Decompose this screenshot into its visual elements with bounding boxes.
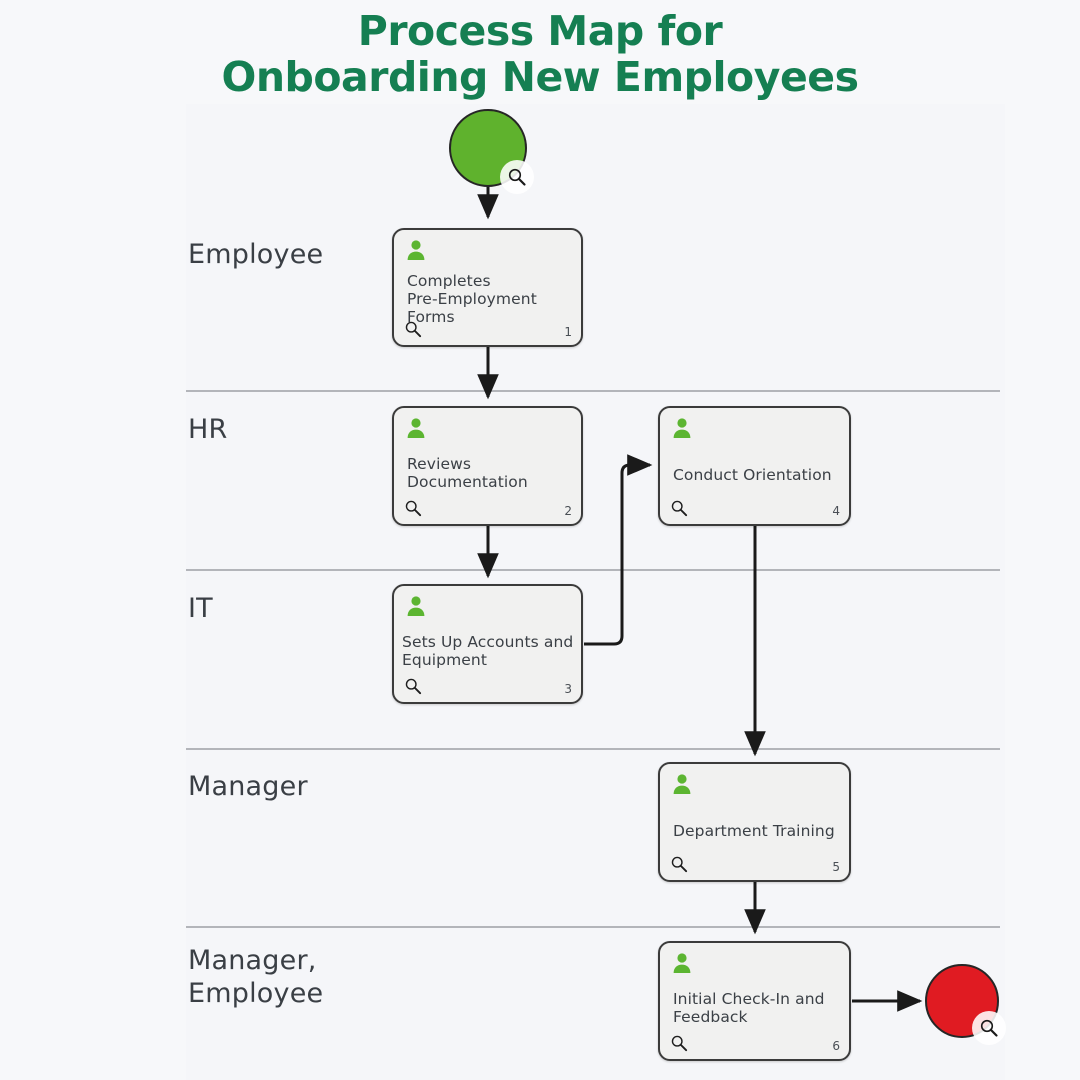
task-node-2-label: Reviews Documentation — [407, 455, 528, 491]
title-line-1: Process Map for — [357, 7, 723, 55]
task-node-1-label: Completes Pre-Employment Forms — [407, 272, 537, 326]
magnifier-icon — [508, 168, 526, 186]
lane-label-it: IT — [188, 593, 213, 624]
person-icon — [673, 774, 691, 794]
person-icon — [673, 418, 691, 438]
magnifier-icon[interactable] — [670, 499, 689, 518]
task-node-6[interactable]: Initial Check-In and Feedback 6 — [658, 941, 851, 1061]
magnifier-icon[interactable] — [404, 677, 423, 696]
task-node-1-number: 1 — [564, 325, 572, 339]
task-node-4-number: 4 — [832, 504, 840, 518]
lane-label-manager-employee: Manager, Employee — [188, 945, 324, 1009]
task-node-3-label: Sets Up Accounts and Equipment — [402, 633, 574, 669]
title-line-2: Onboarding New Employees — [221, 53, 859, 101]
lane-label-manager: Manager — [188, 771, 308, 802]
magnifier-icon[interactable] — [404, 320, 423, 339]
magnifier-icon[interactable] — [404, 499, 423, 518]
task-node-5[interactable]: Department Training 5 — [658, 762, 851, 882]
lane-divider-2 — [186, 569, 1000, 571]
task-node-6-label: Initial Check-In and Feedback — [673, 990, 825, 1026]
task-node-1[interactable]: Completes Pre-Employment Forms 1 — [392, 228, 583, 347]
task-node-6-number: 6 — [832, 1039, 840, 1053]
magnifier-icon[interactable] — [670, 1034, 689, 1053]
task-node-5-number: 5 — [832, 860, 840, 874]
person-icon — [673, 953, 691, 973]
person-icon — [407, 240, 425, 260]
diagram-canvas: Process Map for Onboarding New Employees… — [0, 0, 1080, 1080]
magnifier-icon — [980, 1019, 998, 1037]
task-node-3-number: 3 — [564, 682, 572, 696]
lane-label-employee: Employee — [188, 239, 324, 270]
magnifier-icon[interactable] — [670, 855, 689, 874]
person-icon — [407, 596, 425, 616]
task-node-2-number: 2 — [564, 504, 572, 518]
lane-divider-1 — [186, 390, 1000, 392]
magnifier-badge-end[interactable] — [972, 1011, 1006, 1045]
start-event-node[interactable] — [449, 109, 534, 194]
task-node-5-label: Department Training — [673, 822, 835, 840]
lane-label-hr: HR — [188, 414, 228, 445]
page-title: Process Map for Onboarding New Employees — [0, 8, 1080, 100]
lane-divider-4 — [186, 926, 1000, 928]
task-node-4[interactable]: Conduct Orientation 4 — [658, 406, 851, 526]
task-node-3[interactable]: Sets Up Accounts and Equipment 3 — [392, 584, 583, 704]
magnifier-badge-start[interactable] — [500, 160, 534, 194]
task-node-4-label: Conduct Orientation — [673, 466, 832, 484]
lane-divider-3 — [186, 748, 1000, 750]
task-node-2[interactable]: Reviews Documentation 2 — [392, 406, 583, 526]
person-icon — [407, 418, 425, 438]
end-event-node[interactable] — [925, 964, 1006, 1045]
